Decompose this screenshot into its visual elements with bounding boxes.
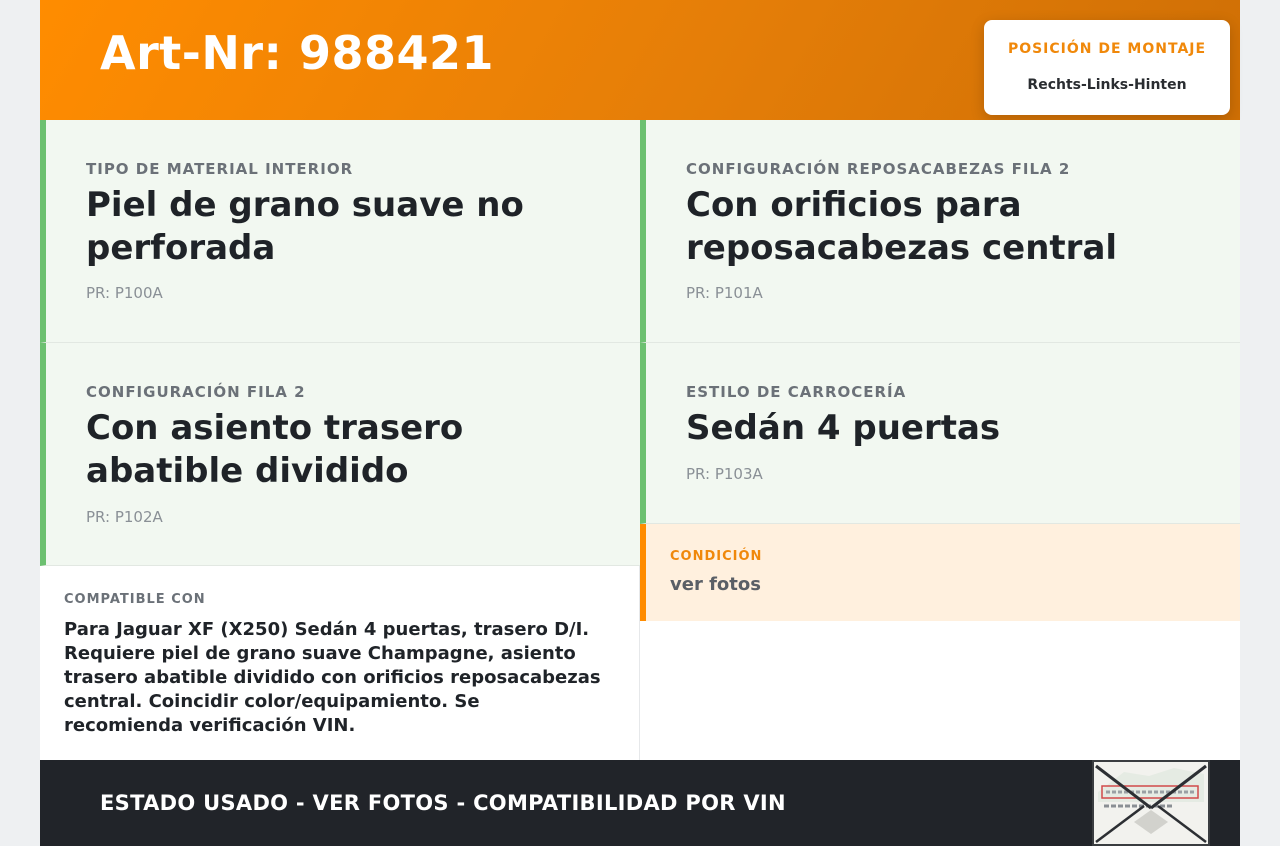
spec-value: Con asiento trasero abatible dividido: [86, 408, 464, 491]
product-sheet: Art-Nr: 988421 POSICIÓN DE MONTAJE Recht…: [40, 0, 1240, 846]
footer-status-text: ESTADO USADO - VER FOTOS - COMPATIBILIDA…: [100, 791, 786, 815]
condition-section: CONDICIÓN ver fotos: [640, 524, 1240, 621]
article-number: Art-Nr: 988421: [100, 26, 495, 80]
spec-pr-code: PR: P103A: [686, 465, 763, 483]
spec-pr-code: PR: P102A: [86, 508, 163, 526]
spec-label: CONFIGURACIÓN REPOSACABEZAS FILA 2: [686, 160, 1071, 178]
footer-bar: ESTADO USADO - VER FOTOS - COMPATIBILIDA…: [40, 760, 1240, 846]
compatibility-label: COMPATIBLE CON: [64, 592, 206, 607]
condition-label: CONDICIÓN: [670, 549, 763, 564]
spec-label: TIPO DE MATERIAL INTERIOR: [86, 160, 354, 178]
header-banner: Art-Nr: 988421 POSICIÓN DE MONTAJE Recht…: [40, 0, 1240, 120]
mount-position-card: POSICIÓN DE MONTAJE Rechts-Links-Hinten: [984, 20, 1230, 115]
spec-value: Piel de grano suave no perforada: [86, 185, 524, 268]
spec-label: CONFIGURACIÓN FILA 2: [86, 383, 306, 401]
vin-label-photo-graphic: [1094, 762, 1208, 844]
spec-label: ESTILO DE CARROCERÍA: [686, 383, 907, 401]
vin-label-photo-icon[interactable]: [1092, 760, 1210, 846]
spec-value: Sedán 4 puertas: [686, 408, 1001, 448]
spec-card-body-style: ESTILO DE CARROCERÍA Sedán 4 puertas PR:…: [640, 343, 1240, 524]
condition-value: ver fotos: [670, 574, 761, 595]
compatibility-text: Para Jaguar XF (X250) Sedán 4 puertas, t…: [64, 619, 601, 736]
spec-pr-code: PR: P100A: [86, 284, 163, 302]
mount-position-title: POSICIÓN DE MONTAJE: [1007, 41, 1207, 57]
spec-card-material: TIPO DE MATERIAL INTERIOR Piel de grano …: [40, 120, 640, 343]
spec-card-headrest: CONFIGURACIÓN REPOSACABEZAS FILA 2 Con o…: [640, 120, 1240, 343]
spec-pr-code: PR: P101A: [686, 284, 763, 302]
spec-card-row2: CONFIGURACIÓN FILA 2 Con asiento trasero…: [40, 343, 640, 566]
spec-value: Con orificios para reposacabezas central: [686, 185, 1118, 268]
mount-position-value: Rechts-Links-Hinten: [1027, 77, 1187, 93]
compatibility-section: COMPATIBLE CON Para Jaguar XF (X250) Sed…: [40, 566, 640, 760]
